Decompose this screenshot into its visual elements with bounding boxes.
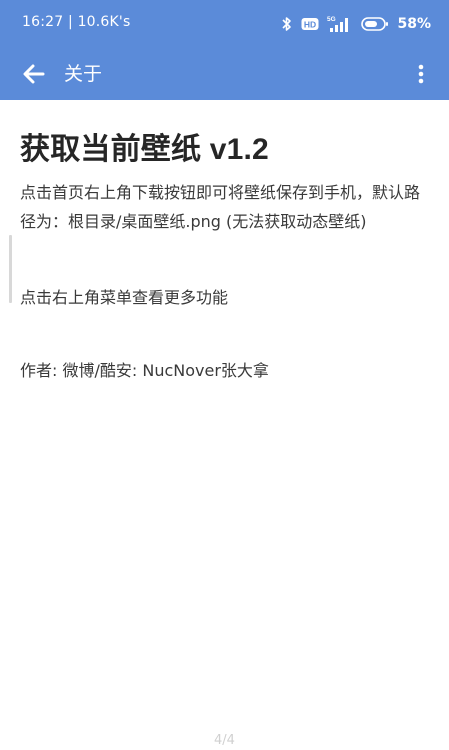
scroll-indicator	[9, 235, 12, 303]
overflow-menu-button[interactable]	[403, 56, 439, 92]
arrow-left-icon	[23, 64, 45, 84]
status-bar: 16:27 | 10.6K's HD 5G 58%	[0, 0, 449, 48]
menu-hint: 点击右上角菜单查看更多功能	[20, 288, 229, 307]
bluetooth-icon	[281, 15, 293, 33]
status-time-speed: 16:27 | 10.6K's	[22, 14, 131, 30]
page-title: 关于	[64, 63, 103, 85]
author-info: 作者: 微博/酷安: NucNover张大拿	[20, 361, 269, 380]
app-version-heading: 获取当前壁纸 v1.2	[20, 133, 269, 166]
app-bar: 16:27 | 10.6K's HD 5G 58% 关于	[0, 0, 449, 100]
signal-icon: 5G	[327, 15, 353, 33]
hd-icon: HD	[301, 15, 319, 33]
battery-icon	[361, 15, 389, 33]
toolbar: 关于	[0, 48, 449, 100]
battery-percent: 58%	[397, 16, 431, 32]
more-vert-icon	[418, 64, 424, 84]
download-instructions: 点击首页右上角下载按钮即可将壁纸保存到手机，默认路径为：根目录/桌面壁纸.png…	[20, 183, 421, 231]
svg-text:HD: HD	[304, 20, 316, 30]
status-icons: HD 5G 58%	[281, 12, 431, 36]
about-screen: 16:27 | 10.6K's HD 5G 58% 关于 获取当前壁纸 v1.2…	[0, 0, 449, 750]
back-button[interactable]	[16, 56, 52, 92]
network-badge: 5G	[327, 16, 336, 23]
about-content: 获取当前壁纸 v1.2 点击首页右上角下载按钮即可将壁纸保存到手机，默认路径为：…	[0, 100, 449, 750]
page-indicator: 4/4	[214, 733, 235, 748]
